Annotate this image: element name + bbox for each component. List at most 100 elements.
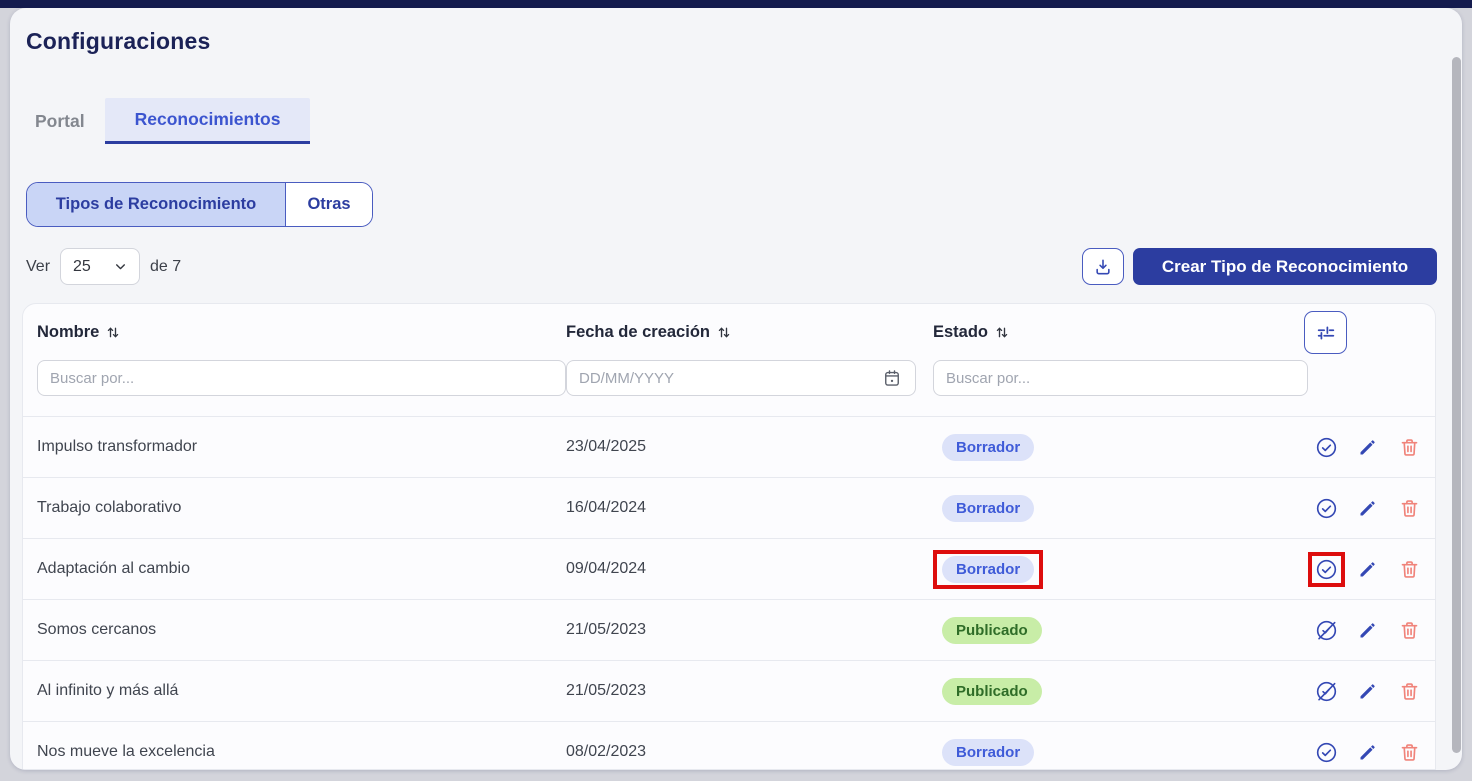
edit-button[interactable]	[1357, 437, 1378, 458]
publish-button[interactable]	[1315, 741, 1338, 764]
edit-button[interactable]	[1357, 498, 1378, 519]
publish-toggle-annotation-box	[1308, 552, 1345, 587]
delete-button[interactable]	[1399, 559, 1420, 580]
status-badge-annotation-box: Borrador	[933, 733, 1043, 771]
unpublish-button[interactable]	[1315, 619, 1338, 642]
tab-portal[interactable]: Portal	[35, 98, 105, 144]
check-circle-icon	[1315, 436, 1338, 459]
scrollbar-thumb[interactable]	[1452, 57, 1461, 753]
status-badge: Borrador	[942, 495, 1034, 522]
check-circle-icon	[1315, 741, 1338, 764]
publish-toggle-annotation-box	[1308, 613, 1345, 648]
column-header-fecha[interactable]: Fecha de creación	[566, 323, 933, 342]
row-fecha: 23/04/2025	[566, 438, 933, 456]
trash-icon	[1399, 559, 1420, 580]
status-badge-annotation-box: Borrador	[933, 489, 1043, 528]
row-nombre: Trabajo colaborativo	[37, 499, 566, 517]
status-badge-annotation-box: Borrador	[933, 550, 1043, 589]
column-label: Fecha de creación	[566, 323, 710, 342]
filter-nombre-input[interactable]	[37, 360, 566, 396]
unpublish-button[interactable]	[1315, 680, 1338, 703]
row-fecha: 09/04/2024	[566, 560, 933, 578]
create-recognition-type-button[interactable]: Crear Tipo de Reconocimiento	[1133, 248, 1437, 285]
row-nombre: Adaptación al cambio	[37, 560, 566, 578]
publish-button[interactable]	[1315, 558, 1338, 581]
delete-button[interactable]	[1399, 437, 1420, 458]
pencil-icon	[1357, 559, 1378, 580]
table-body: Impulso transformador 23/04/2025 Borrado…	[23, 416, 1435, 770]
page-title: Configuraciones	[26, 28, 210, 55]
check-circle-icon	[1315, 497, 1338, 520]
status-badge: Publicado	[942, 617, 1042, 644]
row-nombre: Somos cercanos	[37, 621, 566, 639]
total-label: de 7	[150, 258, 181, 276]
delete-button[interactable]	[1399, 742, 1420, 763]
table-row: Adaptación al cambio 09/04/2024 Borrador	[23, 538, 1435, 599]
status-badge: Borrador	[942, 434, 1034, 461]
download-button[interactable]	[1082, 248, 1124, 285]
publish-button[interactable]	[1315, 436, 1338, 459]
filter-estado-input[interactable]	[933, 360, 1308, 396]
recognition-types-table: Nombre Fecha de creación Estado	[22, 303, 1436, 770]
slash-circle-icon	[1315, 619, 1338, 642]
chevron-down-icon	[114, 260, 127, 273]
slash-circle-icon	[1315, 680, 1338, 703]
edit-button[interactable]	[1357, 559, 1378, 580]
row-fecha: 08/02/2023	[566, 743, 933, 761]
edit-button[interactable]	[1357, 681, 1378, 702]
delete-button[interactable]	[1399, 620, 1420, 641]
page-size-select[interactable]: 25	[60, 248, 140, 285]
trash-icon	[1399, 620, 1420, 641]
table-row: Impulso transformador 23/04/2025 Borrado…	[23, 416, 1435, 477]
ver-label: Ver	[26, 258, 50, 276]
row-fecha: 16/04/2024	[566, 499, 933, 517]
trash-icon	[1399, 742, 1420, 763]
pencil-icon	[1357, 498, 1378, 519]
column-label: Estado	[933, 323, 988, 342]
row-fecha: 21/05/2023	[566, 682, 933, 700]
publish-toggle-annotation-box	[1308, 491, 1345, 526]
edit-button[interactable]	[1357, 620, 1378, 641]
main-tabs: Portal Reconocimientos	[35, 98, 310, 144]
status-badge-annotation-box: Publicado	[933, 611, 1051, 650]
pencil-icon	[1357, 742, 1378, 763]
status-badge: Publicado	[942, 678, 1042, 705]
trash-icon	[1399, 437, 1420, 458]
settings-page: Configuraciones Portal Reconocimientos T…	[10, 8, 1462, 770]
table-row: Al infinito y más allá 21/05/2023 Public…	[23, 660, 1435, 721]
page-size-value: 25	[73, 258, 91, 276]
sliders-icon	[1315, 322, 1337, 344]
row-nombre: Nos mueve la excelencia	[37, 743, 566, 761]
status-badge-annotation-box: Publicado	[933, 672, 1051, 711]
check-circle-icon	[1315, 558, 1338, 581]
table-row: Nos mueve la excelencia 08/02/2023 Borra…	[23, 721, 1435, 770]
delete-button[interactable]	[1399, 498, 1420, 519]
column-header-estado[interactable]: Estado	[933, 323, 1308, 342]
publish-toggle-annotation-box	[1308, 430, 1345, 465]
download-icon	[1093, 257, 1113, 277]
status-badge-annotation-box: Borrador	[933, 428, 1043, 467]
edit-button[interactable]	[1357, 742, 1378, 763]
tab-reconocimientos[interactable]: Reconocimientos	[105, 98, 311, 144]
delete-button[interactable]	[1399, 681, 1420, 702]
subtab-otras[interactable]: Otras	[286, 183, 372, 226]
filter-fecha-input[interactable]	[566, 360, 916, 396]
subtab-tipos-de-reconocimiento[interactable]: Tipos de Reconocimiento	[27, 183, 286, 226]
status-badge: Borrador	[942, 739, 1034, 766]
publish-button[interactable]	[1315, 497, 1338, 520]
status-badge: Borrador	[942, 556, 1034, 583]
row-nombre: Impulso transformador	[37, 438, 566, 456]
table-header-row: Nombre Fecha de creación Estado	[23, 304, 1435, 360]
row-nombre: Al infinito y más allá	[37, 682, 566, 700]
row-fecha: 21/05/2023	[566, 621, 933, 639]
column-settings-button[interactable]	[1304, 311, 1347, 354]
table-row: Somos cercanos 21/05/2023 Publicado	[23, 599, 1435, 660]
top-bar	[0, 0, 1472, 8]
column-header-nombre[interactable]: Nombre	[37, 323, 566, 342]
sort-icon[interactable]	[106, 325, 120, 340]
sort-icon[interactable]	[995, 325, 1009, 340]
sort-icon[interactable]	[717, 325, 731, 340]
trash-icon	[1399, 681, 1420, 702]
publish-toggle-annotation-box	[1308, 735, 1345, 770]
table-filter-row	[23, 360, 1435, 416]
